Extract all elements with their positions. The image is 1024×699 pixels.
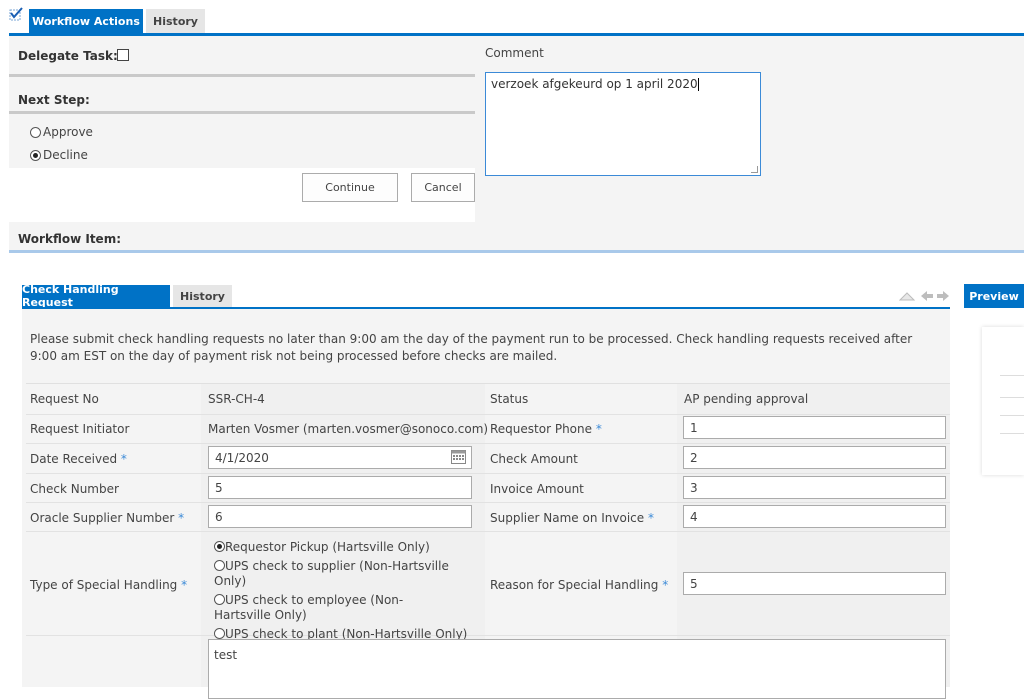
- invoice-amount-input[interactable]: 3: [683, 476, 946, 499]
- required-marker: *: [647, 511, 654, 525]
- reason-special-handling-label-text: Reason for Special Handling: [490, 578, 659, 592]
- tab-workflow-actions[interactable]: Workflow Actions: [29, 9, 143, 33]
- check-amount-label: Check Amount: [490, 452, 578, 466]
- comment-text: verzoek afgekeurd op 1 april 2020: [491, 77, 698, 91]
- special-handling-radio[interactable]: [214, 541, 225, 552]
- tab-history-form[interactable]: History: [173, 285, 232, 307]
- invoice-amount-label: Invoice Amount: [490, 482, 584, 496]
- request-initiator-value: Marten Vosmer (marten.vosmer@sonoco.com): [208, 422, 489, 436]
- special-handling-option-label: UPS check to employee (Non-Hartsville On…: [214, 593, 404, 622]
- special-handling-options: Requestor Pickup (Hartsville Only) UPS c…: [209, 540, 481, 642]
- oracle-supplier-number-label-text: Oracle Supplier Number: [30, 511, 175, 525]
- resize-grip[interactable]: [751, 166, 758, 173]
- option-decline[interactable]: Decline: [30, 148, 88, 162]
- row-divider: [26, 443, 950, 444]
- date-received-label: Date Received *: [30, 452, 127, 466]
- arrow-left-icon: [921, 291, 933, 301]
- check-number-input[interactable]: 5: [208, 476, 472, 499]
- supplier-name-input[interactable]: 4: [683, 505, 946, 528]
- preview-tab[interactable]: Preview: [964, 284, 1024, 308]
- date-received-label-text: Date Received: [30, 452, 118, 466]
- special-handling-option-label: UPS check to supplier (Non-Hartsville On…: [214, 559, 449, 588]
- special-handling-option[interactable]: Requestor Pickup (Hartsville Only): [209, 540, 481, 555]
- arrow-right-icon: [937, 291, 949, 301]
- preview-line: [1000, 397, 1024, 398]
- required-marker: *: [181, 578, 188, 592]
- workflow-item-bar: [9, 222, 1024, 250]
- supplier-name-label-text: Supplier Name on Invoice: [490, 511, 645, 525]
- row-divider: [26, 502, 950, 503]
- supplier-name-label: Supplier Name on Invoice *: [490, 511, 654, 525]
- calendar-icon[interactable]: [451, 450, 466, 464]
- row-divider: [26, 531, 950, 532]
- comment-label: Comment: [485, 46, 544, 60]
- workflow-item-underline: [9, 250, 1024, 253]
- row-divider: [26, 635, 950, 636]
- reason-special-handling-input[interactable]: 5: [683, 572, 946, 595]
- special-handling-option-label: Requestor Pickup (Hartsville Only): [225, 540, 430, 554]
- status-value: AP pending approval: [684, 392, 809, 406]
- request-initiator-label: Request Initiator: [30, 422, 130, 436]
- row-divider: [26, 414, 950, 415]
- row-divider: [26, 383, 950, 384]
- notes-textarea[interactable]: test: [208, 639, 946, 699]
- requestor-phone-input[interactable]: 1: [683, 416, 946, 439]
- requestor-phone-label-text: Requestor Phone: [490, 422, 593, 436]
- preview-line: [1000, 375, 1024, 376]
- delegate-checkbox[interactable]: [117, 49, 129, 61]
- required-marker: *: [662, 578, 669, 592]
- special-handling-option[interactable]: UPS check to supplier (Non-Hartsville On…: [209, 559, 481, 589]
- date-received-value: 4/1/2020: [215, 451, 269, 465]
- approve-label: Approve: [43, 125, 93, 139]
- required-marker: *: [595, 422, 602, 436]
- next-step-label: Next Step:: [18, 93, 90, 107]
- oracle-supplier-number-label: Oracle Supplier Number *: [30, 511, 184, 525]
- reason-special-handling-label: Reason for Special Handling *: [490, 578, 668, 592]
- date-received-input[interactable]: 4/1/2020: [208, 446, 472, 469]
- preview-pane: [982, 327, 1024, 475]
- decline-radio[interactable]: [30, 149, 41, 161]
- preview-line: [1000, 415, 1024, 416]
- special-handling-label: Type of Special Handling *: [30, 578, 187, 592]
- workflow-icon: [9, 7, 24, 21]
- required-marker: *: [120, 452, 127, 466]
- status-label: Status: [490, 392, 529, 406]
- tab-check-handling-request[interactable]: Check Handling Request: [22, 283, 170, 309]
- workflow-item-label: Workflow Item:: [18, 232, 121, 246]
- tab-history-top[interactable]: History: [146, 9, 205, 33]
- special-handling-label-text: Type of Special Handling: [30, 578, 178, 592]
- request-no-label: Request No: [30, 392, 99, 406]
- requestor-phone-label: Requestor Phone *: [490, 422, 602, 436]
- continue-button[interactable]: Continue: [302, 173, 398, 202]
- oracle-supplier-number-input[interactable]: 6: [208, 505, 472, 528]
- check-amount-input[interactable]: 2: [683, 446, 946, 469]
- collapse-up-icon: [898, 292, 916, 301]
- required-marker: *: [178, 511, 185, 525]
- row-divider: [26, 473, 950, 474]
- preview-line: [1000, 433, 1024, 434]
- option-approve[interactable]: Approve: [30, 125, 93, 139]
- special-handling-radio[interactable]: [214, 594, 225, 605]
- check-number-label: Check Number: [30, 482, 119, 496]
- request-no-value: SSR-CH-4: [208, 392, 265, 406]
- special-handling-radio[interactable]: [214, 628, 225, 639]
- special-handling-radio[interactable]: [214, 560, 225, 571]
- delegate-label: Delegate Task:: [18, 49, 118, 63]
- cancel-button[interactable]: Cancel: [411, 173, 475, 202]
- approve-radio[interactable]: [30, 126, 41, 138]
- nav-arrows[interactable]: [898, 290, 951, 302]
- notice-text: Please submit check handling requests no…: [30, 332, 913, 363]
- decline-label: Decline: [43, 148, 88, 162]
- comment-textarea[interactable]: verzoek afgekeurd op 1 april 2020: [485, 72, 761, 176]
- text-caret: [697, 78, 699, 91]
- special-handling-option[interactable]: UPS check to employee (Non-Hartsville On…: [209, 593, 459, 623]
